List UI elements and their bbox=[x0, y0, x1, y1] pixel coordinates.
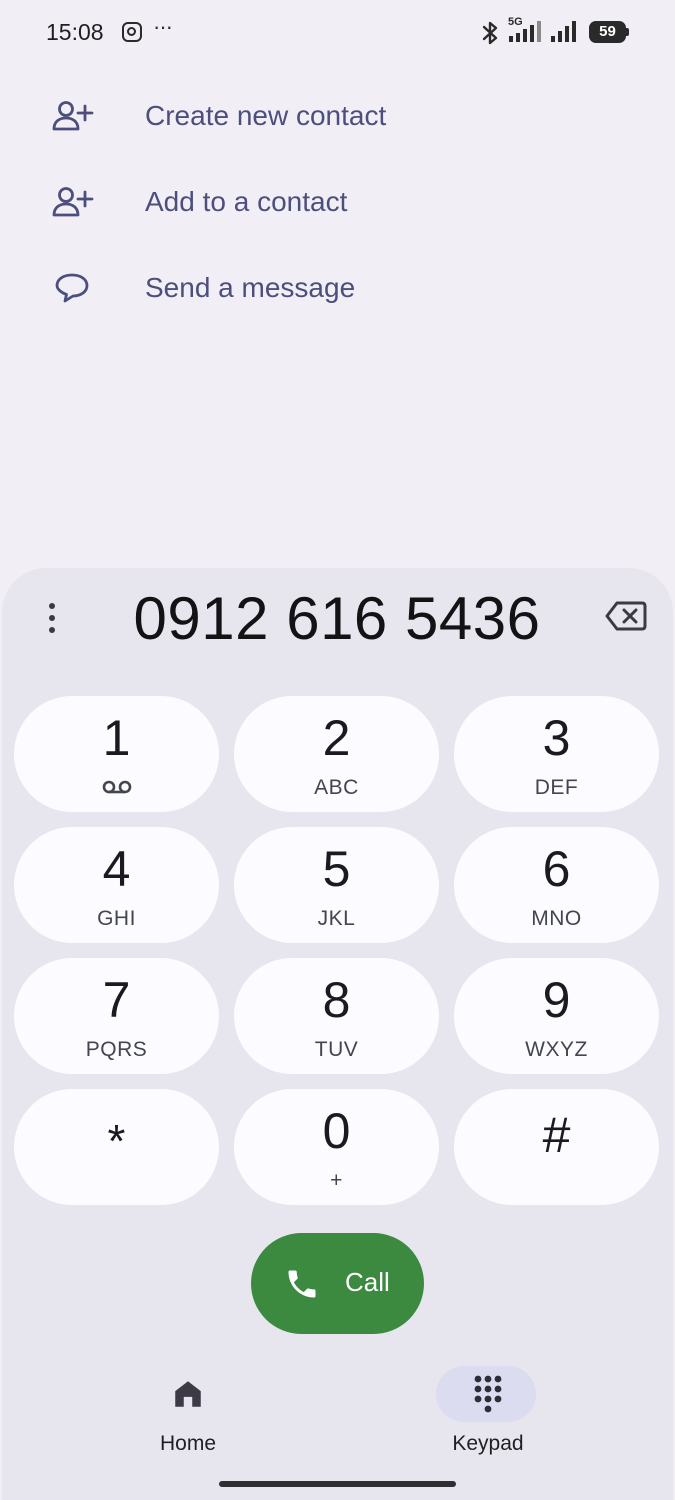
send-message-label: Send a message bbox=[145, 272, 356, 303]
key-digit: 9 bbox=[542, 972, 571, 1028]
add-person-icon bbox=[52, 187, 94, 217]
create-new-contact-label: Create new contact bbox=[145, 100, 387, 131]
key-7[interactable]: 7 PQRS bbox=[14, 958, 219, 1074]
key-digit: 2 bbox=[322, 710, 351, 766]
key-letters: DEF bbox=[534, 776, 579, 799]
key-digit: 7 bbox=[102, 972, 131, 1028]
key-digit: 5 bbox=[322, 841, 351, 897]
key-digit: # bbox=[542, 1107, 571, 1163]
key-digit: 8 bbox=[322, 972, 351, 1028]
key-8[interactable]: 8 TUV bbox=[234, 958, 439, 1074]
key-2[interactable]: 2 ABC bbox=[234, 696, 439, 812]
backspace-icon[interactable] bbox=[605, 601, 647, 631]
key-9[interactable]: 9 WXYZ bbox=[454, 958, 659, 1074]
key-0[interactable]: 0 + bbox=[234, 1089, 439, 1205]
nav-home-label: Home bbox=[159, 1432, 217, 1455]
key-letters: MNO bbox=[531, 907, 582, 930]
bluetooth-icon bbox=[482, 21, 498, 45]
call-label: Call bbox=[345, 1267, 390, 1297]
nav-keypad[interactable]: Keypad bbox=[408, 1366, 568, 1466]
overflow-menu-icon[interactable] bbox=[38, 598, 66, 638]
call-button[interactable]: Call bbox=[251, 1233, 424, 1334]
key-letters: + bbox=[330, 1169, 343, 1192]
instagram-icon bbox=[122, 22, 142, 42]
key-6[interactable]: 6 MNO bbox=[454, 827, 659, 943]
key-1[interactable]: 1 bbox=[14, 696, 219, 812]
send-message-button[interactable]: Send a message bbox=[0, 253, 675, 323]
key-letters: WXYZ bbox=[525, 1038, 588, 1061]
add-to-contact-button[interactable]: Add to a contact bbox=[0, 167, 675, 237]
home-icon bbox=[175, 1381, 201, 1407]
voicemail-icon bbox=[102, 780, 132, 794]
key-digit: 4 bbox=[102, 841, 131, 897]
key-digit: 1 bbox=[102, 710, 131, 766]
signal-5g-icon bbox=[509, 21, 541, 42]
key-letters: PQRS bbox=[85, 1038, 148, 1061]
key-4[interactable]: 4 GHI bbox=[14, 827, 219, 943]
battery-icon: 59 bbox=[589, 21, 629, 43]
battery-level: 59 bbox=[589, 21, 626, 43]
key-digit: 0 bbox=[322, 1103, 351, 1159]
more-dots-icon: ··· bbox=[153, 14, 173, 39]
key-letters: JKL bbox=[317, 907, 356, 930]
add-person-icon bbox=[52, 101, 94, 131]
key-hash[interactable]: # bbox=[454, 1089, 659, 1205]
add-to-contact-label: Add to a contact bbox=[145, 186, 348, 217]
nav-keypad-label: Keypad bbox=[452, 1432, 524, 1455]
key-digit: * bbox=[107, 1115, 126, 1167]
key-digit: 3 bbox=[542, 710, 571, 766]
key-letters: ABC bbox=[314, 776, 359, 799]
key-letters: GHI bbox=[97, 907, 136, 930]
status-bar: 15:08 ··· 5G 59 bbox=[0, 0, 675, 66]
nav-home[interactable]: Home bbox=[108, 1366, 268, 1466]
keypad-icon bbox=[474, 1375, 502, 1413]
key-5[interactable]: 5 JKL bbox=[234, 827, 439, 943]
dialed-number[interactable]: 0912 616 5436 bbox=[92, 584, 582, 653]
message-bubble-icon bbox=[55, 273, 89, 303]
home-indicator[interactable] bbox=[219, 1481, 456, 1487]
create-new-contact-button[interactable]: Create new contact bbox=[0, 81, 675, 151]
signal-icon bbox=[551, 21, 576, 42]
status-time: 15:08 bbox=[46, 19, 104, 45]
key-3[interactable]: 3 DEF bbox=[454, 696, 659, 812]
dialer-sheet: 0912 616 5436 1 2 ABC 3 DEF 4 GHI 5 JKL … bbox=[2, 568, 673, 1500]
key-digit: 6 bbox=[542, 841, 571, 897]
phone-icon bbox=[288, 1270, 316, 1298]
key-star[interactable]: * bbox=[14, 1089, 219, 1205]
key-letters: TUV bbox=[314, 1038, 359, 1061]
